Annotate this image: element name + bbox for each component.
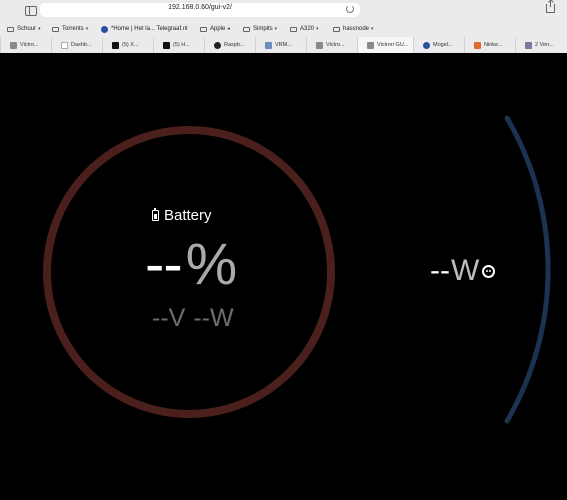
bookmark-schuur[interactable]: Schuur ▾ bbox=[7, 22, 41, 36]
bookmark-label: *Home | Het la... Telegraaf.nl bbox=[111, 26, 188, 32]
ac-loads-arc[interactable] bbox=[504, 115, 551, 424]
vrm-icon bbox=[265, 41, 272, 49]
tab-label: Victro... bbox=[326, 42, 345, 48]
bookmark-apple[interactable]: Apple ● bbox=[200, 22, 230, 36]
battery-icon bbox=[152, 207, 159, 221]
tab-favicon-icon bbox=[525, 41, 532, 49]
tab-bar: Victro... Dashb... (5) X... (5) H... Ras… bbox=[0, 37, 567, 53]
tab-label: Mogel... bbox=[433, 42, 453, 48]
power-unit: W bbox=[210, 304, 234, 332]
chevron-down-icon: ▾ bbox=[274, 26, 278, 32]
battery-title[interactable]: Battery bbox=[152, 205, 232, 225]
x-logo-icon bbox=[163, 41, 170, 49]
sidebar-toggle-icon[interactable] bbox=[25, 6, 37, 16]
tab-vrm[interactable]: VRM... bbox=[255, 37, 306, 53]
tab-label: (5) X... bbox=[122, 42, 139, 48]
battery-soc: -- % bbox=[145, 231, 265, 301]
tab-favicon-icon bbox=[316, 41, 323, 49]
folder-icon bbox=[200, 26, 207, 32]
folder-icon bbox=[7, 26, 14, 32]
bookmark-label: Apple bbox=[210, 26, 226, 32]
folder-icon bbox=[243, 26, 250, 32]
chevron-down-icon: ▾ bbox=[85, 26, 89, 32]
victron-gui: Battery -- % -- V -- W -- W bbox=[0, 53, 567, 500]
github-icon bbox=[214, 41, 221, 49]
tab-favicon-icon bbox=[10, 41, 17, 49]
folder-icon bbox=[333, 26, 340, 32]
bookmark-a320[interactable]: A320 ▾ bbox=[290, 22, 319, 36]
bookmark-telegraaf[interactable]: *Home | Het la... Telegraaf.nl bbox=[101, 22, 188, 36]
tab-raspberry[interactable]: Raspb... bbox=[204, 37, 255, 53]
chevron-down-icon: ▾ bbox=[371, 26, 374, 32]
tab-favicon-icon bbox=[367, 41, 374, 49]
bookmark-label: Torrents bbox=[62, 26, 84, 32]
reload-icon[interactable] bbox=[346, 5, 354, 13]
bookmark-label: Simpits bbox=[253, 26, 273, 32]
bookmark-label: hassnode bbox=[343, 26, 370, 32]
soc-unit: % bbox=[185, 232, 238, 297]
x-logo-icon bbox=[112, 41, 119, 49]
bookmark-torrents[interactable]: Torrents ▾ bbox=[52, 22, 88, 36]
tab-x-1[interactable]: (5) X... bbox=[102, 37, 153, 53]
tab-favicon-icon bbox=[423, 41, 430, 49]
tab-ven[interactable]: 2 Ven... bbox=[515, 37, 567, 53]
address-row: 192.168.0.60/gui-v2/ bbox=[0, 0, 567, 20]
bookmark-label: A320 bbox=[300, 26, 315, 32]
tab-victron-gui[interactable]: Victron GU... bbox=[357, 37, 413, 53]
dot-indicator-icon: ● bbox=[227, 26, 231, 32]
bookmarks-bar: Schuur ▾ Torrents ▾ *Home | Het la... Te… bbox=[0, 22, 567, 36]
tab-mogel[interactable]: Mogel... bbox=[413, 37, 464, 53]
tab-label: 2 Ven... bbox=[535, 42, 554, 48]
folder-icon bbox=[52, 26, 59, 32]
url-text[interactable]: 192.168.0.60/gui-v2/ bbox=[40, 4, 360, 11]
bookmark-label: Schuur bbox=[17, 26, 37, 32]
tab-victron-1[interactable]: Victro... bbox=[0, 37, 51, 53]
tab-label: Victro... bbox=[20, 42, 39, 48]
ac-power-unit: W bbox=[450, 254, 480, 287]
chevron-down-icon: ▾ bbox=[316, 26, 319, 32]
tab-ninke[interactable]: Ninke... bbox=[464, 37, 515, 53]
tab-dashboard[interactable]: Dashb... bbox=[51, 37, 102, 53]
address-bar[interactable]: 192.168.0.60/gui-v2/ bbox=[40, 3, 360, 17]
tab-favicon-icon bbox=[61, 41, 68, 49]
voltage-value: -- bbox=[152, 304, 169, 332]
ac-loads-readout[interactable]: -- W bbox=[430, 253, 496, 289]
ac-power-value: -- bbox=[430, 254, 450, 287]
voltage-unit: V bbox=[168, 304, 186, 332]
bookmark-simpits[interactable]: Simpits ▾ bbox=[243, 22, 277, 36]
bookmark-hassnode[interactable]: hassnode ▾ bbox=[333, 22, 374, 36]
tab-favicon-icon bbox=[474, 41, 481, 49]
tab-label: Dashb... bbox=[71, 42, 92, 48]
tab-x-2[interactable]: (5) H... bbox=[153, 37, 204, 53]
tab-label: (5) H... bbox=[173, 42, 190, 48]
chevron-down-icon: ▾ bbox=[38, 26, 41, 32]
share-icon[interactable] bbox=[546, 0, 555, 13]
telegraaf-favicon bbox=[101, 25, 108, 33]
tab-label: Ninke... bbox=[484, 42, 503, 48]
battery-title-label: Battery bbox=[164, 206, 212, 224]
tab-label: VRM... bbox=[275, 42, 292, 48]
socket-icon bbox=[482, 264, 496, 278]
soc-value: -- bbox=[145, 232, 183, 297]
tab-label: Raspb... bbox=[224, 42, 245, 48]
folder-icon bbox=[290, 26, 297, 32]
power-value: -- bbox=[193, 304, 210, 332]
browser-chrome: 192.168.0.60/gui-v2/ Schuur ▾ Torrents ▾… bbox=[0, 0, 567, 53]
tab-victron-2[interactable]: Victro... bbox=[306, 37, 357, 53]
tab-label: Victron GU... bbox=[377, 42, 409, 48]
battery-voltage-power: -- V -- W bbox=[152, 304, 234, 334]
